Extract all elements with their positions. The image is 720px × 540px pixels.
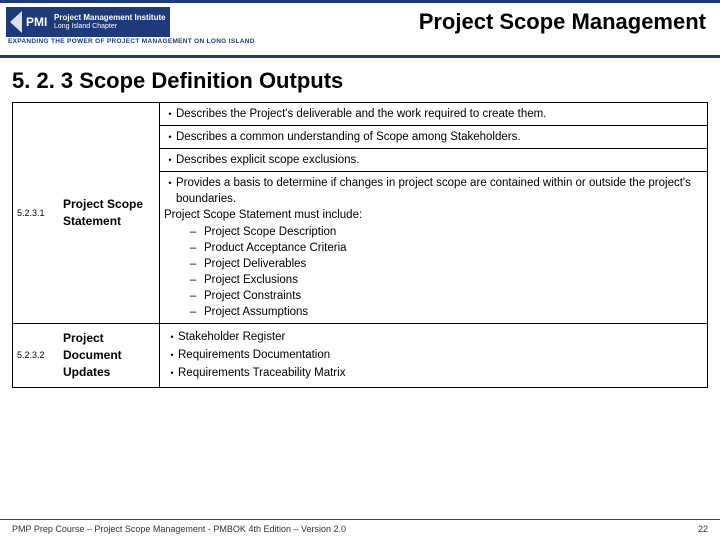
dash-icon: – [190,272,204,288]
sub-item: Project Assumptions [204,304,703,320]
logo-text-line1: Project Management Institute [54,13,166,22]
bullet-text: Provides a basis to determine if changes… [176,175,703,207]
logo-block: PMI Project Management Institute Long Is… [6,7,170,37]
bullet-text: Describes explicit scope exclusions. [176,152,703,168]
bullet-text: Describes the Project's deliverable and … [176,106,703,122]
page-title: Project Scope Management [170,9,710,35]
sub-item: Project Deliverables [204,256,703,272]
section-heading: 5. 2. 3 Scope Definition Outputs [0,58,720,102]
logo-text-line2: Long Island Chapter [54,23,166,31]
footer-text: PMP Prep Course – Project Scope Manageme… [12,524,346,534]
row-number: 5.2.3.2 [13,324,59,386]
dash-icon: – [190,304,204,320]
bullet-icon: • [166,365,178,381]
svg-text:PMI: PMI [26,15,47,29]
page-number: 22 [698,524,708,534]
dash-icon: – [190,256,204,272]
dash-icon: – [190,240,204,256]
bullet-text: Describes a common understanding of Scop… [176,129,703,145]
bullet-text: Requirements Documentation [178,347,701,363]
table-row: 5.2.3.2 Project Document Updates •Stakeh… [13,323,707,386]
row-description: •Stakeholder Register •Requirements Docu… [159,324,707,386]
footer: PMP Prep Course – Project Scope Manageme… [0,519,720,534]
bullet-icon: • [164,152,176,168]
logo-tagline: EXPANDING THE POWER OF PROJECT MANAGEMEN… [8,38,255,45]
bullet-text: Stakeholder Register [178,329,701,345]
sub-intro: Project Scope Statement must include: [164,207,703,223]
row-number: 5.2.3.1 [13,103,59,323]
sub-item: Project Constraints [204,288,703,304]
header: PMI Project Management Institute Long Is… [0,3,720,39]
pmi-logo: PMI Project Management Institute Long Is… [6,7,170,37]
bullet-icon: • [166,329,178,345]
dash-icon: – [190,288,204,304]
row-description: •Describes the Project's deliverable and… [159,103,707,323]
sub-list: –Project Scope Description –Product Acce… [190,224,703,321]
sub-item: Project Scope Description [204,224,703,240]
row-name: Project Document Updates [59,324,159,386]
bullet-icon: • [166,347,178,363]
bullet-icon: • [164,129,176,145]
sub-item: Product Acceptance Criteria [204,240,703,256]
table-row: 5.2.3.1 Project Scope Statement •Describ… [13,103,707,323]
dash-icon: – [190,224,204,240]
row-name: Project Scope Statement [59,103,159,323]
bullet-icon: • [164,106,176,122]
sub-item: Project Exclusions [204,272,703,288]
bullet-text: Requirements Traceability Matrix [178,365,701,381]
bullet-icon: • [164,175,176,207]
outputs-table: 5.2.3.1 Project Scope Statement •Describ… [12,102,708,388]
